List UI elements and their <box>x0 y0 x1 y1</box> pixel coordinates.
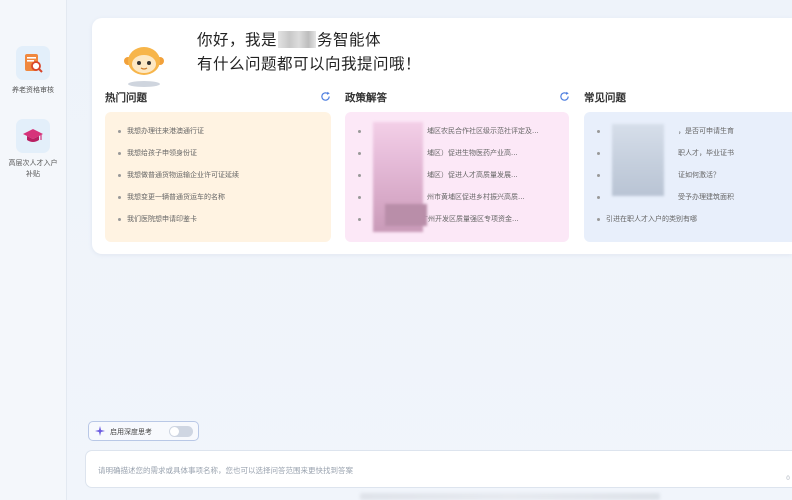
greeting-line2: 有什么问题都可以向我提问哦！ <box>197 55 422 73</box>
hot-questions-panel: 我想办理往来港澳通行证 我想给孩子申领身份证 我想做普通货物运输企业许可证延续 … <box>105 112 331 242</box>
robot-avatar-icon <box>122 44 166 90</box>
greeting-text: 你好，我是 务智能体 有什么问题都可以向我提问哦！ <box>197 28 421 76</box>
question-item[interactable]: 我们医院想申请印鉴卡 <box>118 214 197 224</box>
sparkle-icon <box>95 426 105 436</box>
sidebar-item-talent-subsidy[interactable]: 高层次人才入户补贴 <box>6 119 60 180</box>
question-item[interactable]: 我想变更一辆普通货运车的名称 <box>118 192 225 202</box>
welcome-card: 你好，我是 务智能体 有什么问题都可以向我提问哦！ 热门问题 政策解答 常见问题 … <box>92 18 792 254</box>
deep-thinking-label: 启用深度思考 <box>110 428 152 436</box>
hot-questions-title: 热门问题 <box>105 92 147 104</box>
question-item[interactable]: 我想给孩子申领身份证 <box>118 148 197 158</box>
question-item[interactable]: 我想办理往来港澳通行证 <box>118 126 204 136</box>
document-search-icon <box>16 46 50 80</box>
greeting-line1-start: 你好，我是 <box>197 31 278 49</box>
chat-input-box[interactable]: 0 <box>85 450 792 488</box>
greeting-line1-end: 务智能体 <box>317 31 382 49</box>
chat-input[interactable] <box>96 461 760 479</box>
deep-thinking-toggle[interactable]: 启用深度思考 <box>88 421 199 441</box>
faq-title: 常见问题 <box>584 92 626 104</box>
character-counter: 0 <box>786 475 790 482</box>
graduation-cap-icon <box>16 119 50 153</box>
left-sidebar: 养老资格审核 高层次人才入户补贴 <box>0 0 67 500</box>
faq-panel: ，是否可申请生育 职人才，毕业证书 证如何激活？ 受予办理建筑面积 引进在职人才… <box>584 112 792 242</box>
refresh-icon[interactable] <box>320 91 331 102</box>
footer-disclaimer-redacted <box>360 493 660 500</box>
sidebar-item-label: 养老资格审核 <box>12 86 54 94</box>
sidebar-item-label: 高层次人才入户补贴 <box>8 159 58 178</box>
redacted-name <box>278 31 317 48</box>
switch-knob <box>170 427 179 436</box>
policy-answers-title: 政策解答 <box>345 92 387 104</box>
policy-answers-panel: 埔区农民合作社区级示范社评定及... 埔区）促进生物医药产业高... 埔区）促进… <box>345 112 569 242</box>
redacted-region <box>612 124 664 196</box>
redacted-region <box>385 204 427 226</box>
sidebar-item-pension-review[interactable]: 养老资格审核 <box>6 46 60 96</box>
refresh-icon[interactable] <box>559 91 570 102</box>
deep-thinking-switch[interactable] <box>169 426 193 437</box>
question-item[interactable]: 我想做普通货物运输企业许可证延续 <box>118 170 239 180</box>
faq-item[interactable]: 引进在职人才入户的类别有哪 <box>597 214 697 224</box>
